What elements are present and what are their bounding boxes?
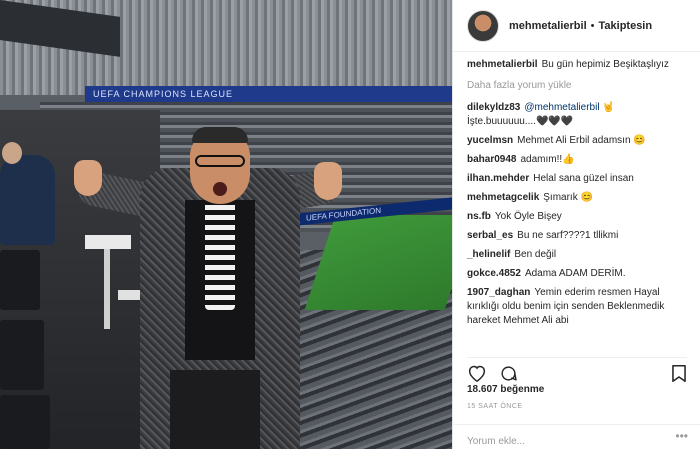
table-leg bbox=[104, 249, 110, 329]
follow-status[interactable]: Takiptesin bbox=[599, 20, 653, 32]
comment-item: ilhan.mehder Helal sana güzel insan bbox=[467, 172, 686, 186]
like-count[interactable]: 18.607 beğenme bbox=[467, 384, 544, 395]
comment-item: gokce.4852 Adama ADAM DERİM. bbox=[467, 267, 686, 281]
comment-text: Bu ne sarf????1 tllikmi bbox=[517, 230, 619, 241]
man-hair bbox=[192, 127, 248, 143]
post-header: mehmetalierbil • Takiptesin bbox=[453, 0, 700, 52]
caption-text: Bu gün hepimiz Beşiktaşlıyız bbox=[541, 59, 669, 70]
comment-item: 1907_daghan Yemin ederim resmen Hayal kır… bbox=[467, 286, 686, 328]
seat bbox=[0, 320, 44, 390]
post-time: 15 SAAT ÖNCE bbox=[467, 403, 523, 410]
comment-text: Helal sana güzel insan bbox=[533, 173, 634, 184]
comment-item: _helinelif Ben değil bbox=[467, 248, 686, 262]
spectator bbox=[0, 155, 55, 245]
comment-text: Adama ADAM DERİM. bbox=[524, 268, 626, 279]
comment-username[interactable]: serbal_es bbox=[467, 230, 513, 241]
separator-dot: • bbox=[590, 19, 595, 32]
comment-input[interactable] bbox=[467, 436, 657, 447]
load-more-comments[interactable]: Daha fazla yorum yükle bbox=[467, 80, 686, 91]
table bbox=[85, 235, 131, 249]
ad-board: UEFA CHAMPIONS LEAGUE bbox=[85, 86, 452, 102]
comment-item: yucelmsn Mehmet Ali Erbil adamsın 😊 bbox=[467, 134, 686, 148]
instagram-post: UEFA CHAMPIONS LEAGUE UEFA FOUNDATION me… bbox=[0, 0, 700, 449]
man-left-hand bbox=[74, 160, 102, 196]
comment-text: Ben değil bbox=[514, 249, 557, 260]
comment-item: dilekyldz83 @mehmetalierbil 🤘 İşte.buuuuu… bbox=[467, 101, 686, 129]
post-photo[interactable]: UEFA CHAMPIONS LEAGUE UEFA FOUNDATION bbox=[0, 0, 452, 449]
glasses bbox=[195, 155, 245, 167]
comment-icon[interactable] bbox=[499, 364, 518, 383]
man-right-hand bbox=[314, 162, 342, 200]
heart-icon[interactable] bbox=[467, 364, 487, 382]
comment-username[interactable]: bahar0948 bbox=[467, 154, 516, 165]
comment-text: adamım!!👍 bbox=[520, 154, 575, 165]
comment-item: ns.fb Yok Öyle Bişey bbox=[467, 210, 686, 224]
comment-username[interactable]: 1907_daghan bbox=[467, 287, 530, 298]
comment-username[interactable]: dilekyldz83 bbox=[467, 102, 520, 113]
comment-text: Yok Öyle Bişey bbox=[494, 211, 562, 222]
comment-username[interactable]: gokce.4852 bbox=[467, 268, 521, 279]
comment-item: serbal_es Bu ne sarf????1 tllikmi bbox=[467, 229, 686, 243]
comment-username[interactable]: mehmetagcelik bbox=[467, 192, 539, 203]
comment-mention[interactable]: @mehmetalierbil bbox=[524, 102, 599, 113]
comment-box bbox=[453, 424, 700, 449]
comments-list[interactable]: mehmetalierbil Bu gün hepimiz Beşiktaşlıy… bbox=[453, 52, 700, 356]
scarf bbox=[205, 200, 235, 310]
caption: mehmetalierbil Bu gün hepimiz Beşiktaşlıy… bbox=[467, 58, 686, 72]
seat bbox=[0, 395, 50, 449]
comment-username[interactable]: yucelmsn bbox=[467, 135, 513, 146]
post-sidebar: mehmetalierbil • Takiptesin mehmetalierb… bbox=[452, 0, 700, 449]
man-mouth bbox=[213, 182, 227, 196]
comment-text: Mehmet Ali Erbil adamsın 😊 bbox=[517, 135, 646, 146]
man-trousers bbox=[170, 370, 260, 449]
post-username[interactable]: mehmetalierbil bbox=[509, 20, 587, 32]
comment-username[interactable]: ilhan.mehder bbox=[467, 173, 529, 184]
action-bar bbox=[467, 357, 687, 384]
bookmark-icon[interactable] bbox=[671, 364, 687, 383]
seat bbox=[0, 250, 40, 310]
comment-text: Şımarık 😊 bbox=[543, 192, 593, 203]
comment-item: mehmetagcelik Şımarık 😊 bbox=[467, 191, 686, 205]
comment-items: dilekyldz83 @mehmetalierbil 🤘 İşte.buuuuu… bbox=[467, 101, 686, 328]
comment-item: bahar0948 adamım!!👍 bbox=[467, 153, 686, 167]
spectator-head bbox=[2, 142, 22, 164]
caption-username[interactable]: mehmetalierbil bbox=[467, 59, 538, 70]
comment-username[interactable]: ns.fb bbox=[467, 211, 491, 222]
more-options-icon[interactable]: ••• bbox=[675, 429, 688, 443]
comment-username[interactable]: _helinelif bbox=[467, 249, 510, 260]
avatar[interactable] bbox=[467, 9, 499, 42]
